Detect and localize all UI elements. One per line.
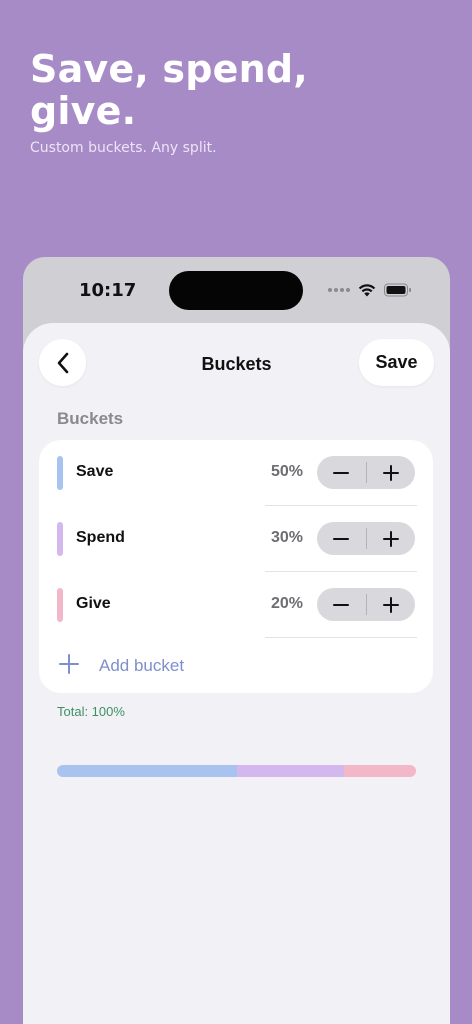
bucket-row: Save 50% bbox=[39, 440, 433, 506]
plus-icon bbox=[382, 530, 399, 547]
increment-button[interactable] bbox=[366, 456, 415, 489]
decrement-button[interactable] bbox=[317, 588, 366, 621]
decrement-button[interactable] bbox=[317, 456, 366, 489]
buckets-card: Save 50% Spend 30% Give 20% Add bucket bbox=[39, 440, 433, 693]
minus-icon bbox=[333, 603, 350, 606]
add-bucket-button[interactable]: Add bucket bbox=[39, 638, 433, 693]
status-bar: 10:17 bbox=[23, 257, 450, 327]
bucket-row: Give 20% bbox=[39, 572, 433, 638]
split-segment bbox=[57, 765, 237, 777]
percent-stepper bbox=[317, 588, 415, 621]
buckets-sheet: Buckets Save Buckets Save 50% Spend 30% Give… bbox=[23, 323, 450, 1024]
section-label: Buckets bbox=[57, 409, 124, 428]
phone-frame: 10:17 Buckets Save Buckets Save 50% Spen… bbox=[23, 257, 450, 1024]
minus-icon bbox=[333, 471, 350, 474]
bucket-color-bar bbox=[57, 588, 63, 622]
minus-icon bbox=[333, 537, 350, 540]
percent-stepper bbox=[317, 456, 415, 489]
plus-icon bbox=[59, 654, 79, 674]
decrement-button[interactable] bbox=[317, 522, 366, 555]
increment-button[interactable] bbox=[366, 588, 415, 621]
bucket-row: Spend 30% bbox=[39, 506, 433, 572]
wifi-icon bbox=[358, 284, 376, 297]
split-segment bbox=[344, 765, 416, 777]
bucket-color-bar bbox=[57, 522, 63, 556]
signal-dots-icon bbox=[328, 288, 350, 292]
split-segment bbox=[236, 765, 345, 777]
dynamic-island bbox=[169, 271, 303, 310]
plus-icon bbox=[382, 596, 399, 613]
bucket-percent: 50% bbox=[270, 463, 303, 480]
bucket-percent: 30% bbox=[270, 529, 303, 546]
add-bucket-label: Add bucket bbox=[99, 656, 185, 675]
save-button[interactable]: Save bbox=[359, 339, 434, 386]
status-time: 10:17 bbox=[79, 280, 137, 301]
percent-stepper bbox=[317, 522, 415, 555]
plus-icon bbox=[382, 464, 399, 481]
status-icons bbox=[328, 283, 412, 297]
hero-title: Save, spend, give. bbox=[30, 47, 308, 133]
bucket-name: Save bbox=[76, 463, 114, 480]
bucket-name: Give bbox=[76, 595, 111, 612]
total-label: Total: 100% bbox=[57, 704, 125, 719]
hero: Save, spend, give. Custom buckets. Any s… bbox=[30, 48, 308, 156]
battery-icon bbox=[384, 283, 411, 297]
bucket-color-bar bbox=[57, 456, 63, 490]
bucket-percent: 20% bbox=[270, 595, 303, 612]
split-bar bbox=[57, 765, 416, 777]
bucket-name: Spend bbox=[76, 529, 125, 546]
increment-button[interactable] bbox=[366, 522, 415, 555]
hero-subtitle: Custom buckets. Any split. bbox=[30, 140, 217, 156]
